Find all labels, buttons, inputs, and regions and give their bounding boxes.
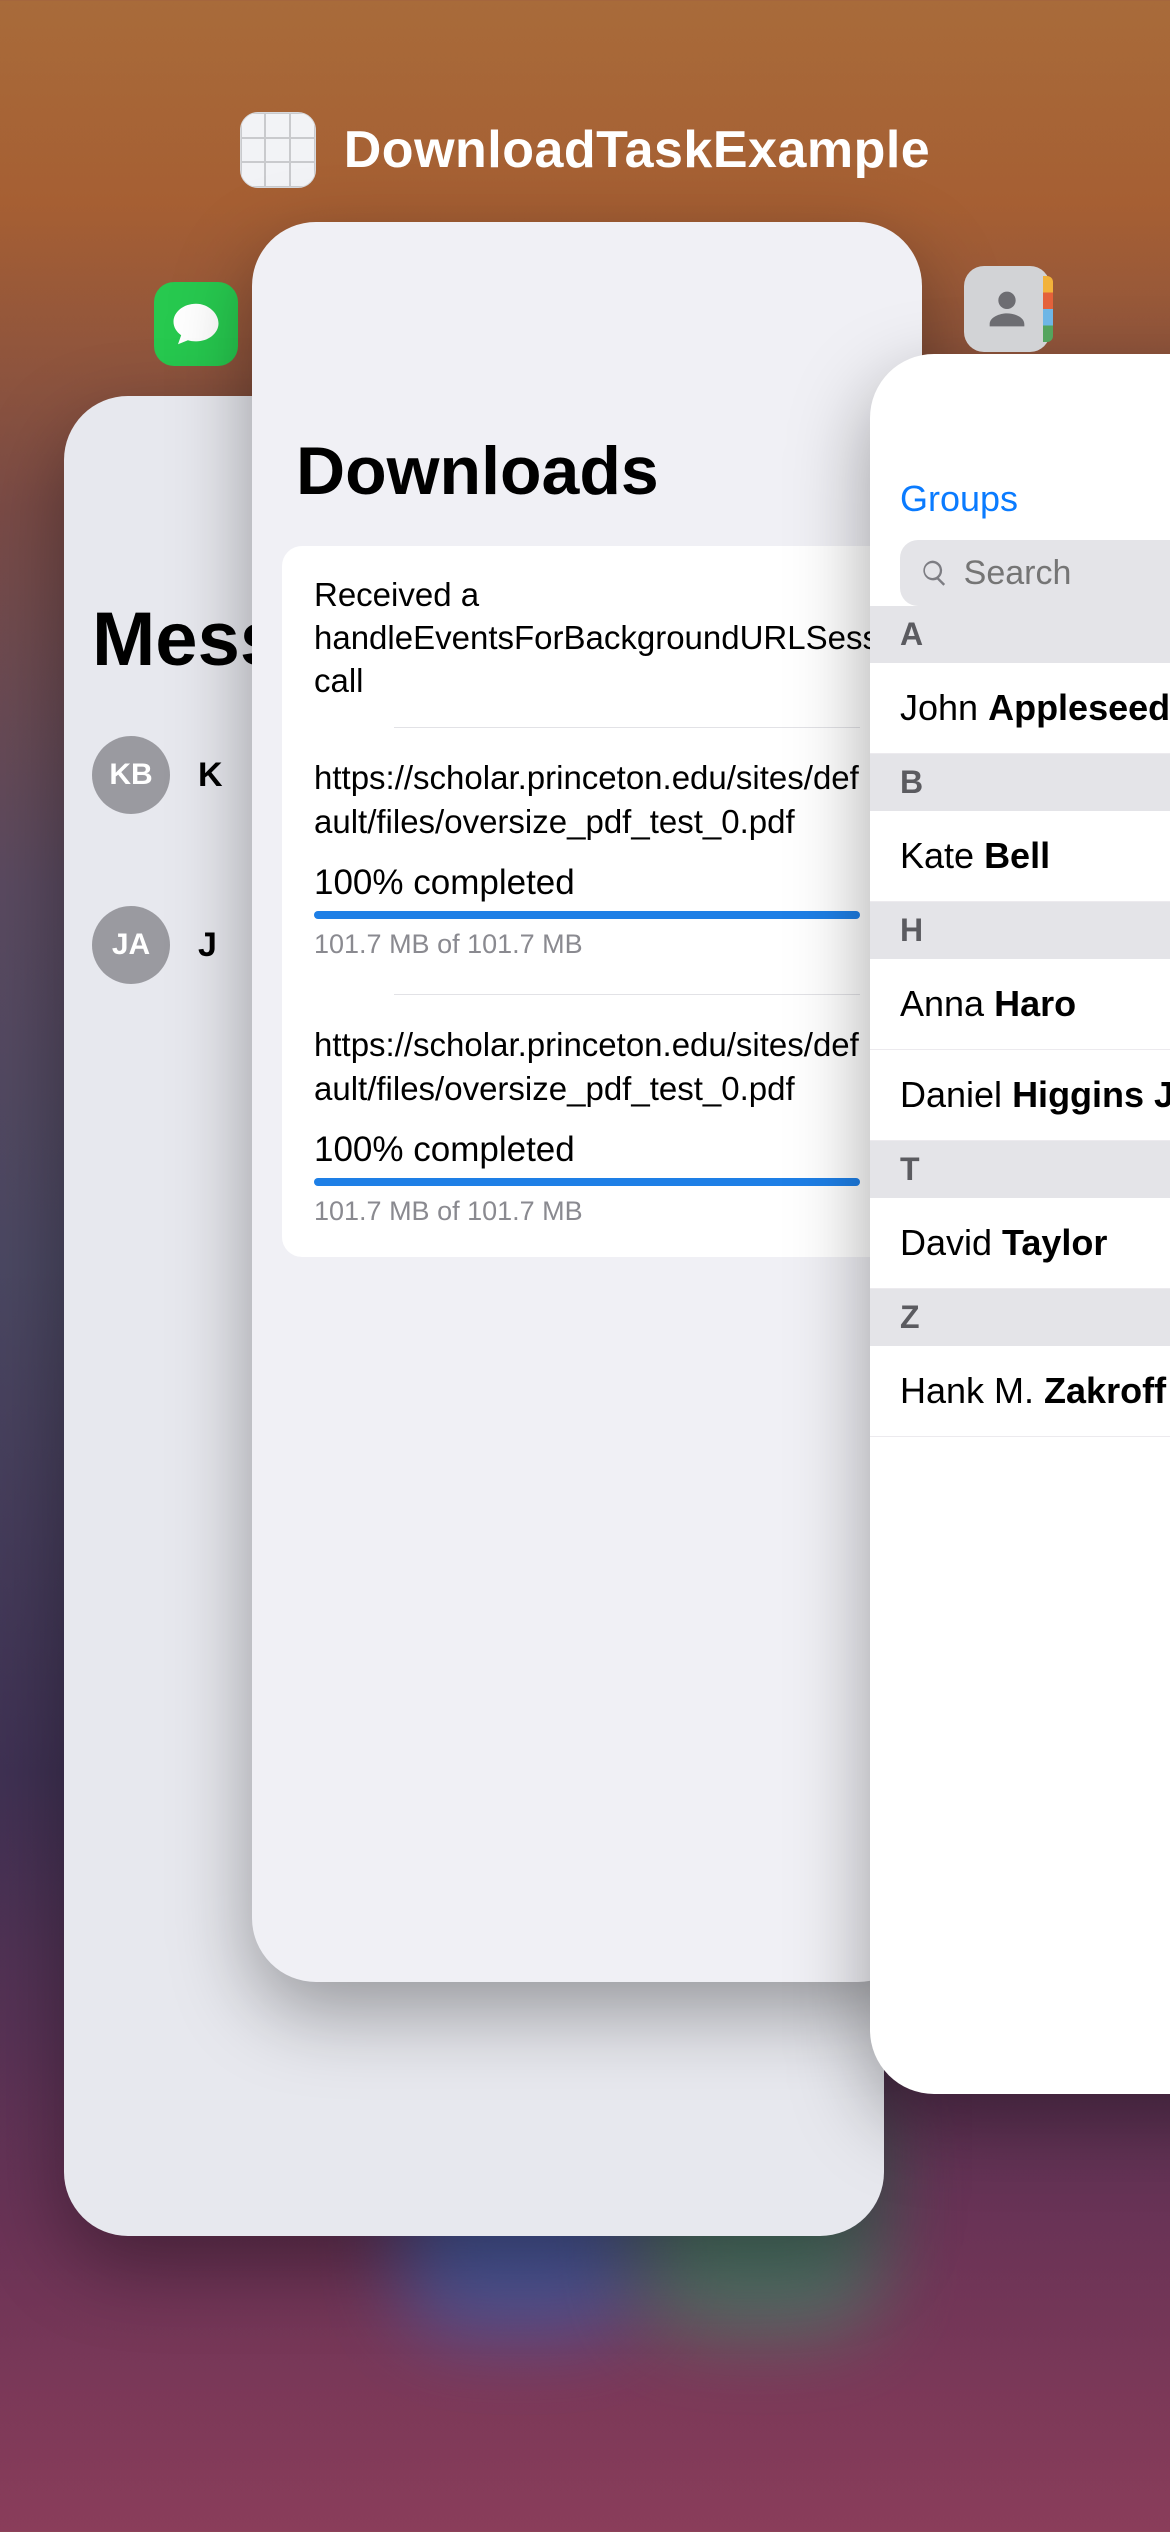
contact-row[interactable]: John Appleseed <box>870 663 1170 754</box>
app-card-downloads[interactable]: Downloads Received a handleEventsForBack… <box>252 222 922 1982</box>
download-progress-bar <box>314 1178 860 1186</box>
contact-last-name: Bell <box>984 835 1050 876</box>
messages-app-icon <box>154 282 238 366</box>
contact-last-name: Zakroff <box>1044 1370 1166 1411</box>
message-row[interactable]: JA J <box>92 906 217 984</box>
contact-first-name: Hank M. <box>900 1370 1044 1411</box>
app-icon-placeholder <box>240 112 316 188</box>
contact-first-name: Kate <box>900 835 984 876</box>
contact-last-name: Haro <box>994 983 1076 1024</box>
download-url: https://scholar.princeton.edu/sites/defa… <box>314 756 860 845</box>
app-switcher-title: DownloadTaskExample <box>344 120 930 180</box>
download-note: Received a handleEventsForBackgroundURLS… <box>314 574 860 703</box>
contact-first-name: John <box>900 687 988 728</box>
search-icon <box>920 557 950 589</box>
message-name: K <box>198 756 223 795</box>
avatar: KB <box>92 736 170 814</box>
download-percent: 100% completed <box>314 1130 860 1170</box>
contact-first-name: Daniel <box>900 1074 1012 1115</box>
contacts-list: AJohn AppleseedBKate BellHAnna HaroDanie… <box>870 606 1170 1437</box>
message-row[interactable]: KB K <box>92 736 223 814</box>
download-size: 101.7 MB of 101.7 MB <box>314 929 860 960</box>
download-item[interactable]: https://scholar.princeton.edu/sites/defa… <box>314 1019 860 1237</box>
contacts-section-header: B <box>870 754 1170 811</box>
download-url: https://scholar.princeton.edu/sites/defa… <box>314 1023 860 1112</box>
contact-last-name: Taylor <box>1002 1222 1107 1263</box>
contact-first-name: David <box>900 1222 1002 1263</box>
separator <box>394 994 860 995</box>
message-name: J <box>198 926 217 965</box>
contacts-search[interactable] <box>900 540 1170 606</box>
contact-row[interactable]: David Taylor <box>870 1198 1170 1289</box>
contacts-section-header: Z <box>870 1289 1170 1346</box>
contacts-section-header: T <box>870 1141 1170 1198</box>
app-card-contacts[interactable]: Groups AJohn AppleseedBKate BellHAnna Ha… <box>870 354 1170 2094</box>
download-percent: 100% completed <box>314 863 860 903</box>
downloads-title: Downloads <box>252 222 922 510</box>
search-input[interactable] <box>964 554 1170 593</box>
avatar: JA <box>92 906 170 984</box>
contacts-groups-button[interactable]: Groups <box>900 478 1170 520</box>
download-progress-bar <box>314 911 860 919</box>
contacts-section-header: A <box>870 606 1170 663</box>
contact-row[interactable]: Hank M. Zakroff <box>870 1346 1170 1437</box>
contact-first-name: Anna <box>900 983 994 1024</box>
contact-row[interactable]: Kate Bell <box>870 811 1170 902</box>
contact-row[interactable]: Anna Haro <box>870 959 1170 1050</box>
app-switcher-header: DownloadTaskExample <box>0 112 1170 188</box>
contact-last-name: Higgins Jr. <box>1012 1074 1170 1115</box>
separator <box>394 727 860 728</box>
download-size: 101.7 MB of 101.7 MB <box>314 1196 860 1227</box>
contact-row[interactable]: Daniel Higgins Jr. <box>870 1050 1170 1141</box>
contact-last-name: Appleseed <box>988 687 1170 728</box>
contacts-section-header: H <box>870 902 1170 959</box>
download-item[interactable]: https://scholar.princeton.edu/sites/defa… <box>314 752 860 970</box>
downloads-panel: Received a handleEventsForBackgroundURLS… <box>282 546 892 1257</box>
contacts-app-icon <box>964 266 1050 352</box>
